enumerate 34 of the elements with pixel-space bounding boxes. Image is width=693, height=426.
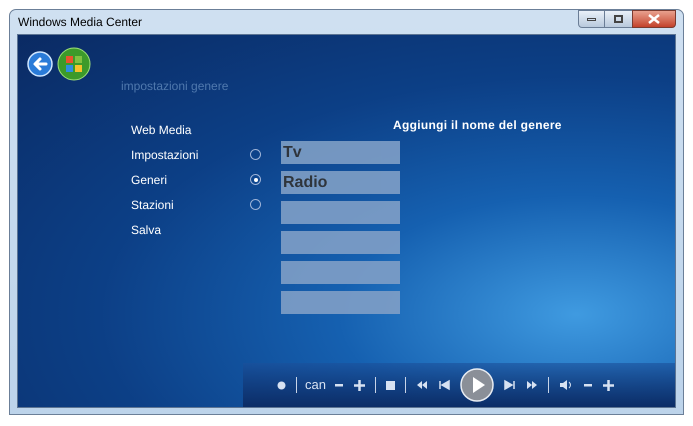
input-field[interactable] (281, 201, 400, 224)
play-button[interactable] (460, 368, 494, 402)
close-icon (648, 14, 660, 24)
close-button[interactable] (632, 10, 676, 28)
input-field[interactable]: Tv (281, 141, 400, 164)
back-icon[interactable] (27, 51, 53, 77)
plus-icon[interactable] (602, 380, 614, 390)
input-field[interactable] (281, 231, 400, 254)
input-field[interactable] (281, 291, 400, 314)
fast-forward-icon[interactable] (526, 379, 538, 391)
stop-icon[interactable] (386, 380, 395, 390)
menu-item[interactable]: Generi (131, 170, 168, 188)
rewind-icon[interactable] (416, 379, 428, 391)
minimize-button[interactable] (578, 10, 605, 28)
menu-item[interactable]: Impostazioni (131, 146, 198, 164)
input-field[interactable]: Radio (281, 171, 400, 194)
maximize-button[interactable] (605, 10, 632, 28)
radio-button[interactable] (250, 149, 261, 160)
plus-icon[interactable] (354, 380, 365, 390)
next-icon[interactable] (504, 379, 516, 391)
speaker-icon[interactable] (558, 379, 573, 391)
channel-label: can (305, 376, 326, 394)
page-title: impostazioni genere (121, 78, 228, 95)
previous-icon[interactable] (438, 379, 450, 391)
window-title: Windows Media Center (17, 14, 142, 31)
menu-item[interactable]: Stazioni (131, 196, 174, 214)
input-field[interactable] (281, 261, 400, 284)
section-heading: Aggiungi il nome del genere (393, 117, 562, 134)
radio-button[interactable] (250, 199, 261, 210)
menu-item[interactable]: Salva (131, 220, 162, 238)
record-icon[interactable] (277, 380, 286, 390)
menu-item[interactable]: Web Media (131, 120, 192, 138)
radio-button[interactable] (250, 174, 261, 185)
start-orb-icon[interactable] (57, 47, 91, 81)
